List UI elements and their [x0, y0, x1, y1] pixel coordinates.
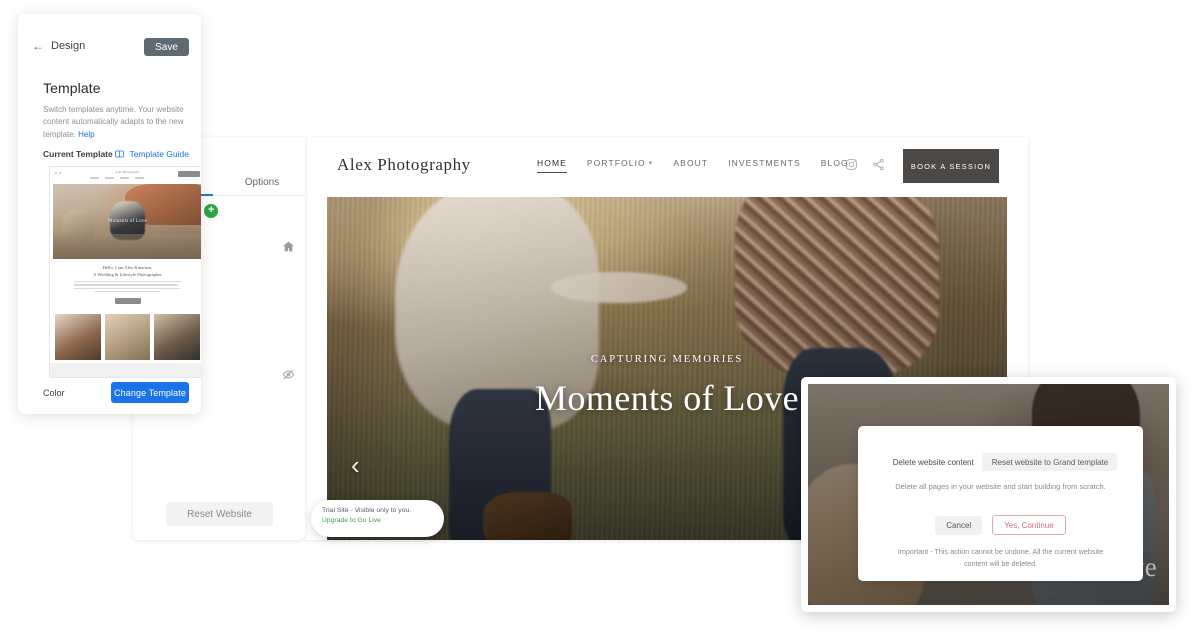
- thumbnail-hero: Moments of Love: [53, 184, 201, 259]
- site-logo[interactable]: Alex Photography: [337, 155, 471, 175]
- save-button[interactable]: Save: [144, 38, 189, 56]
- thumbnail-cta-button: [178, 171, 200, 177]
- plus-circle-icon[interactable]: +: [204, 204, 219, 218]
- nav-item-portfolio-label: PORTFOLIO: [586, 158, 646, 168]
- help-link[interactable]: Help: [78, 130, 94, 139]
- template-guide-label: Template Guide: [129, 149, 189, 159]
- design-panel-footer: Color Change Template: [43, 382, 189, 403]
- reset-website-button[interactable]: Reset Website: [166, 502, 273, 526]
- tab-options-label: Options: [244, 176, 280, 188]
- nav-item-investments[interactable]: INVESTMENTS: [728, 158, 801, 173]
- thumbnail-nav: [90, 177, 144, 179]
- screen: Alex Photography HOME PORTFOLIO ▾ ABOUT I…: [0, 0, 1200, 633]
- dialog-segmented-control: Delete website content Reset website to …: [883, 453, 1118, 471]
- dialog-subtitle: Delete all pages in your website and sta…: [895, 482, 1106, 491]
- share-icon[interactable]: [872, 158, 885, 171]
- yes-continue-button[interactable]: Yes, Continue: [992, 515, 1066, 535]
- segment-delete-website-content[interactable]: Delete website content: [883, 453, 983, 471]
- book-icon: [115, 150, 125, 158]
- current-template-row: Current Template Template Guide: [43, 149, 189, 159]
- modal-background-photo: Moments of Love Delete website content R…: [808, 384, 1169, 605]
- chevron-left-icon[interactable]: ‹: [351, 452, 360, 478]
- trial-site-toast: Trial Site - Visible only to you. Upgrad…: [311, 500, 444, 537]
- thumbnail-intro-line1: Hello, I am Alex Kimenen,: [102, 265, 153, 270]
- thumbnail-card-photo: [104, 314, 151, 360]
- nav-item-about-label: ABOUT: [673, 158, 709, 168]
- nav-item-home-label: HOME: [537, 158, 567, 168]
- thumbnail-hero-title: Moments of Love: [108, 218, 147, 224]
- tab-options[interactable]: Options: [219, 171, 305, 195]
- current-template-label: Current Template: [43, 149, 113, 159]
- dialog-warning-note: Important - This action cannot be undone…: [897, 547, 1104, 568]
- nav-item-investments-label: INVESTMENTS: [728, 158, 801, 168]
- reset-website-dialog: Delete website content Reset website to …: [858, 426, 1143, 581]
- template-guide-link[interactable]: Template Guide: [115, 149, 189, 159]
- template-description: Switch templates anytime. Your website c…: [43, 104, 187, 141]
- back-to-design-button[interactable]: ← Design: [32, 40, 85, 52]
- dialog-actions: Cancel Yes, Continue: [858, 515, 1143, 535]
- trial-toast-message: Trial Site - Visible only to you.: [322, 507, 412, 514]
- template-description-text: Switch templates anytime. Your website c…: [43, 105, 184, 139]
- thumbnail-footer: [50, 363, 201, 377]
- thumbnail-card-photo: [55, 314, 101, 360]
- thumbnail-topbar: Alex Photography: [50, 167, 201, 182]
- color-label: Color: [43, 387, 65, 398]
- reset-website-modal-card: Moments of Love Delete website content R…: [801, 377, 1176, 612]
- thumbnail-intro: Hello, I am Alex Kimenen, A Wedding & Li…: [50, 265, 201, 279]
- nav-item-home[interactable]: HOME: [537, 158, 567, 173]
- site-social-links: [845, 158, 885, 171]
- instagram-icon[interactable]: [845, 158, 858, 171]
- chevron-down-icon: ▾: [648, 160, 654, 167]
- home-icon[interactable]: [282, 240, 295, 253]
- upgrade-to-go-live-link[interactable]: Upgrade to Go Live: [322, 516, 433, 526]
- cancel-button[interactable]: Cancel: [935, 515, 983, 535]
- thumbnail-intro-button: [114, 298, 141, 304]
- site-nav: HOME PORTFOLIO ▾ ABOUT INVESTMENTS BLOG: [537, 158, 849, 173]
- nav-item-about[interactable]: ABOUT: [673, 158, 708, 173]
- thumbnail-hero-ground: [53, 233, 201, 259]
- nav-item-portfolio[interactable]: PORTFOLIO ▾: [587, 158, 654, 173]
- book-a-session-button[interactable]: BOOK A SESSION: [903, 149, 999, 183]
- hero-kicker: CAPTURING MEMORIES: [590, 354, 744, 365]
- change-template-button[interactable]: Change Template: [111, 382, 189, 403]
- thumbnail-card-photo: [154, 314, 201, 360]
- thumbnail-intro-line2: A Wedding & Lifestyle Photographer: [93, 271, 162, 277]
- eye-slash-icon[interactable]: [282, 368, 295, 381]
- thumbnail-paragraph: [74, 281, 181, 295]
- back-to-design-label: Design: [51, 40, 86, 52]
- design-panel: ← Design Save Template Switch templates …: [18, 14, 201, 414]
- current-template-thumbnail[interactable]: Alex Photography Moments of Love Hello, …: [49, 166, 201, 378]
- segment-reset-website-to-grand-template[interactable]: Reset website to Grand template: [983, 453, 1118, 471]
- arrow-left-icon: ←: [32, 39, 44, 53]
- template-heading: Template: [43, 80, 101, 96]
